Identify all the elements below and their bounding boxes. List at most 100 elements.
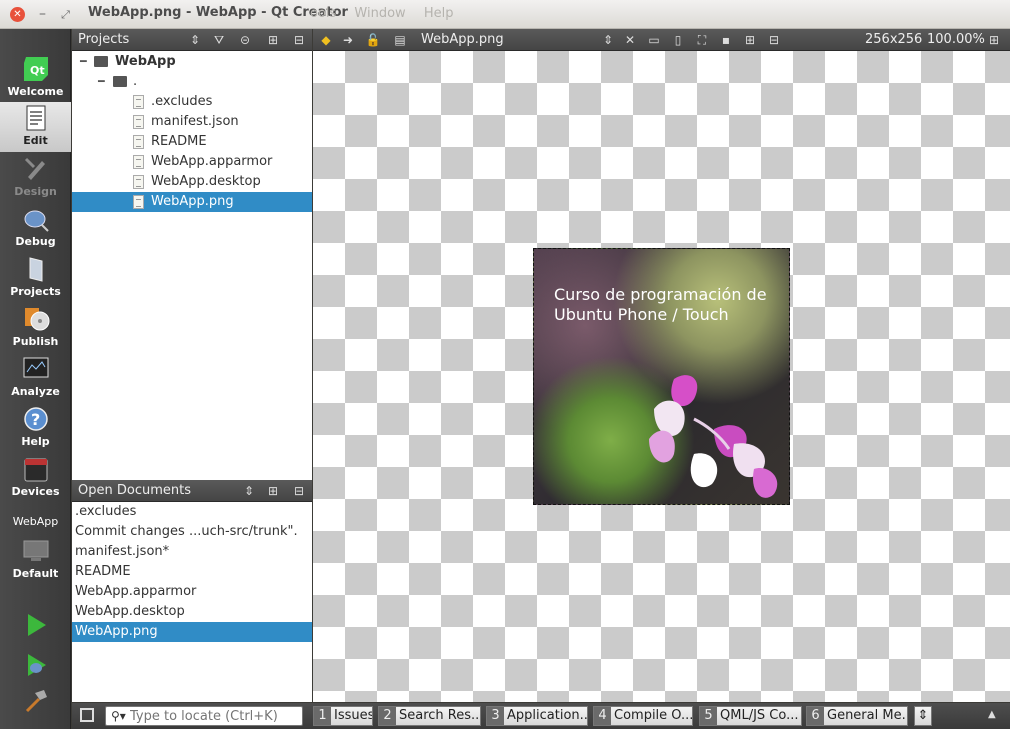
output-tab-qml-js-console[interactable]: 5 QML/JS Co...	[699, 706, 802, 726]
tree-label: WebApp.desktop	[151, 174, 261, 189]
list-item[interactable]: .excludes	[72, 502, 312, 522]
tab-label: Application...	[507, 708, 588, 723]
tree-item-file[interactable]: WebApp.apparmor	[72, 152, 312, 172]
tree-item-file-selected[interactable]: WebApp.png	[72, 192, 312, 212]
menu-bar-hidden: ools Window Help	[310, 6, 454, 21]
mode-welcome[interactable]: Qt Welcome	[0, 53, 71, 103]
debug-run-icon	[27, 654, 46, 676]
lock-icon[interactable]: 🔓	[364, 29, 382, 51]
list-item[interactable]: manifest.json*	[72, 542, 312, 562]
chevron-updown-icon[interactable]: ⇕	[184, 29, 206, 51]
debug-bug-icon	[24, 210, 49, 232]
chevron-updown-icon[interactable]: ⇕	[599, 29, 617, 51]
search-icon[interactable]: ⚲▾	[111, 707, 126, 725]
window-title: WebApp.png - WebApp - Qt Creator	[88, 5, 348, 20]
mode-label: Welcome	[7, 85, 64, 98]
chevron-up-icon[interactable]: ▲	[988, 709, 996, 720]
original-size-icon[interactable]: ▪	[717, 29, 735, 51]
locator-input[interactable]	[130, 708, 300, 724]
list-item[interactable]: WebApp.desktop	[72, 602, 312, 622]
help-question-icon: ?	[23, 407, 48, 431]
mode-design[interactable]: Design	[0, 153, 71, 203]
close-pane-icon[interactable]: ⊟	[288, 480, 310, 502]
toggle-sidebar-button[interactable]	[80, 708, 94, 722]
tree-item-file[interactable]: manifest.json	[72, 112, 312, 132]
projects-view-selector[interactable]: Projects	[78, 29, 129, 51]
publish-disc-icon	[24, 308, 49, 331]
tree-item-file[interactable]: README	[72, 132, 312, 152]
output-tab-search-results[interactable]: 2 Search Res...	[378, 706, 481, 726]
qt-logo-icon: Qt	[23, 57, 48, 81]
close-window-button[interactable]: ✕	[10, 7, 25, 22]
list-item[interactable]: Commit changes ...uch-src/trunk".	[72, 522, 312, 542]
close-document-icon[interactable]: ✕	[621, 29, 639, 51]
mode-debug[interactable]: Debug	[0, 203, 71, 253]
tree-item-file[interactable]: WebApp.desktop	[72, 172, 312, 192]
show-outline-icon[interactable]: ▯	[669, 29, 687, 51]
tree-item-folder[interactable]: ━ .	[72, 72, 312, 92]
mode-projects[interactable]: Projects	[0, 253, 71, 303]
design-brush-icon	[24, 157, 45, 180]
tab-label: Search Res...	[399, 708, 481, 723]
link-sync-icon[interactable]: ⊝	[234, 29, 256, 51]
chevron-updown-icon[interactable]: ⇕	[238, 480, 260, 502]
open-documents-header: Open Documents ⇕ ⊞ ⊟	[72, 480, 312, 502]
text-file-icon	[133, 155, 144, 169]
analyze-monitor-icon	[23, 357, 48, 378]
kit-build-label: Default	[12, 567, 59, 580]
maximize-window-button[interactable]: ⤢	[58, 7, 73, 22]
output-tab-application-output[interactable]: 3 Application...	[486, 706, 588, 726]
split-pane-icon[interactable]: ⊞	[262, 29, 284, 51]
text-file-icon	[133, 175, 144, 189]
build-button[interactable]	[0, 685, 71, 719]
editor-toolbar: ◆ ➜ 🔓 ▤ WebApp.png ⇕ ✕ ▭ ▯ ⛶ ▪ ⊞ ⊟ 256x2…	[313, 29, 1010, 51]
show-background-icon[interactable]: ▭	[645, 29, 663, 51]
zoom-out-icon[interactable]: ⊟	[765, 29, 783, 51]
tree-label: .excludes	[151, 94, 213, 109]
tab-label: Issues	[334, 708, 373, 723]
minimize-window-button[interactable]: –	[35, 7, 50, 22]
split-editor-icon[interactable]: ⊞	[985, 29, 1003, 51]
zoom-in-icon[interactable]: ⊞	[741, 29, 759, 51]
list-item[interactable]: WebApp.apparmor	[72, 582, 312, 602]
fit-to-screen-icon[interactable]: ⛶	[693, 29, 711, 51]
text-file-icon	[133, 115, 144, 129]
image-viewer-canvas[interactable]: Curso de programación de Ubuntu Phone / …	[313, 51, 1010, 702]
svg-text:?: ?	[31, 410, 40, 429]
output-tab-general-messages[interactable]: 6 General Me...	[806, 706, 908, 726]
tab-label: Compile O...	[614, 708, 693, 723]
project-tree: ━ WebApp ━ . .excludes manifest.json REA…	[72, 51, 312, 480]
tree-label: WebApp.apparmor	[151, 154, 273, 169]
mode-publish[interactable]: Publish	[0, 303, 71, 353]
mode-analyze[interactable]: Analyze	[0, 353, 71, 403]
output-tab-compile-output[interactable]: 4 Compile O...	[593, 706, 693, 726]
text-file-icon	[133, 95, 144, 109]
debug-run-button[interactable]	[0, 649, 71, 683]
more-tabs-button[interactable]: ⇕	[914, 706, 932, 726]
mode-edit[interactable]: Edit	[0, 102, 71, 152]
open-documents-list: .excludes Commit changes ...uch-src/trun…	[72, 502, 312, 702]
open-file-selector[interactable]: WebApp.png	[421, 29, 504, 51]
back-arrow-icon[interactable]: ◆	[317, 29, 335, 51]
output-tab-issues[interactable]: 1 Issues	[313, 706, 373, 726]
split-pane-icon[interactable]: ⊞	[262, 480, 284, 502]
filter-icon[interactable]: ⛛	[208, 29, 230, 51]
mode-devices[interactable]: Devices	[0, 453, 71, 503]
close-pane-icon[interactable]: ⊟	[288, 29, 310, 51]
forward-arrow-icon[interactable]: ➜	[339, 29, 357, 51]
text-file-icon	[133, 135, 144, 149]
mode-label: Debug	[15, 235, 56, 248]
mode-label: Publish	[12, 335, 59, 348]
collapse-icon[interactable]: ━	[98, 72, 105, 92]
kit-selector[interactable]: Default	[0, 535, 71, 585]
run-button[interactable]	[0, 609, 71, 643]
mode-help[interactable]: ? Help	[0, 403, 71, 453]
projects-pane-header: Projects ⇕ ⛛ ⊝ ⊞ ⊟	[72, 29, 312, 51]
tab-number: 5	[700, 707, 717, 725]
tree-item-project[interactable]: ━ WebApp	[72, 52, 312, 72]
collapse-icon[interactable]: ━	[80, 52, 87, 72]
open-documents-view-selector[interactable]: Open Documents	[78, 480, 191, 502]
list-item[interactable]: README	[72, 562, 312, 582]
list-item-selected[interactable]: WebApp.png	[72, 622, 312, 642]
tree-item-file[interactable]: .excludes	[72, 92, 312, 112]
